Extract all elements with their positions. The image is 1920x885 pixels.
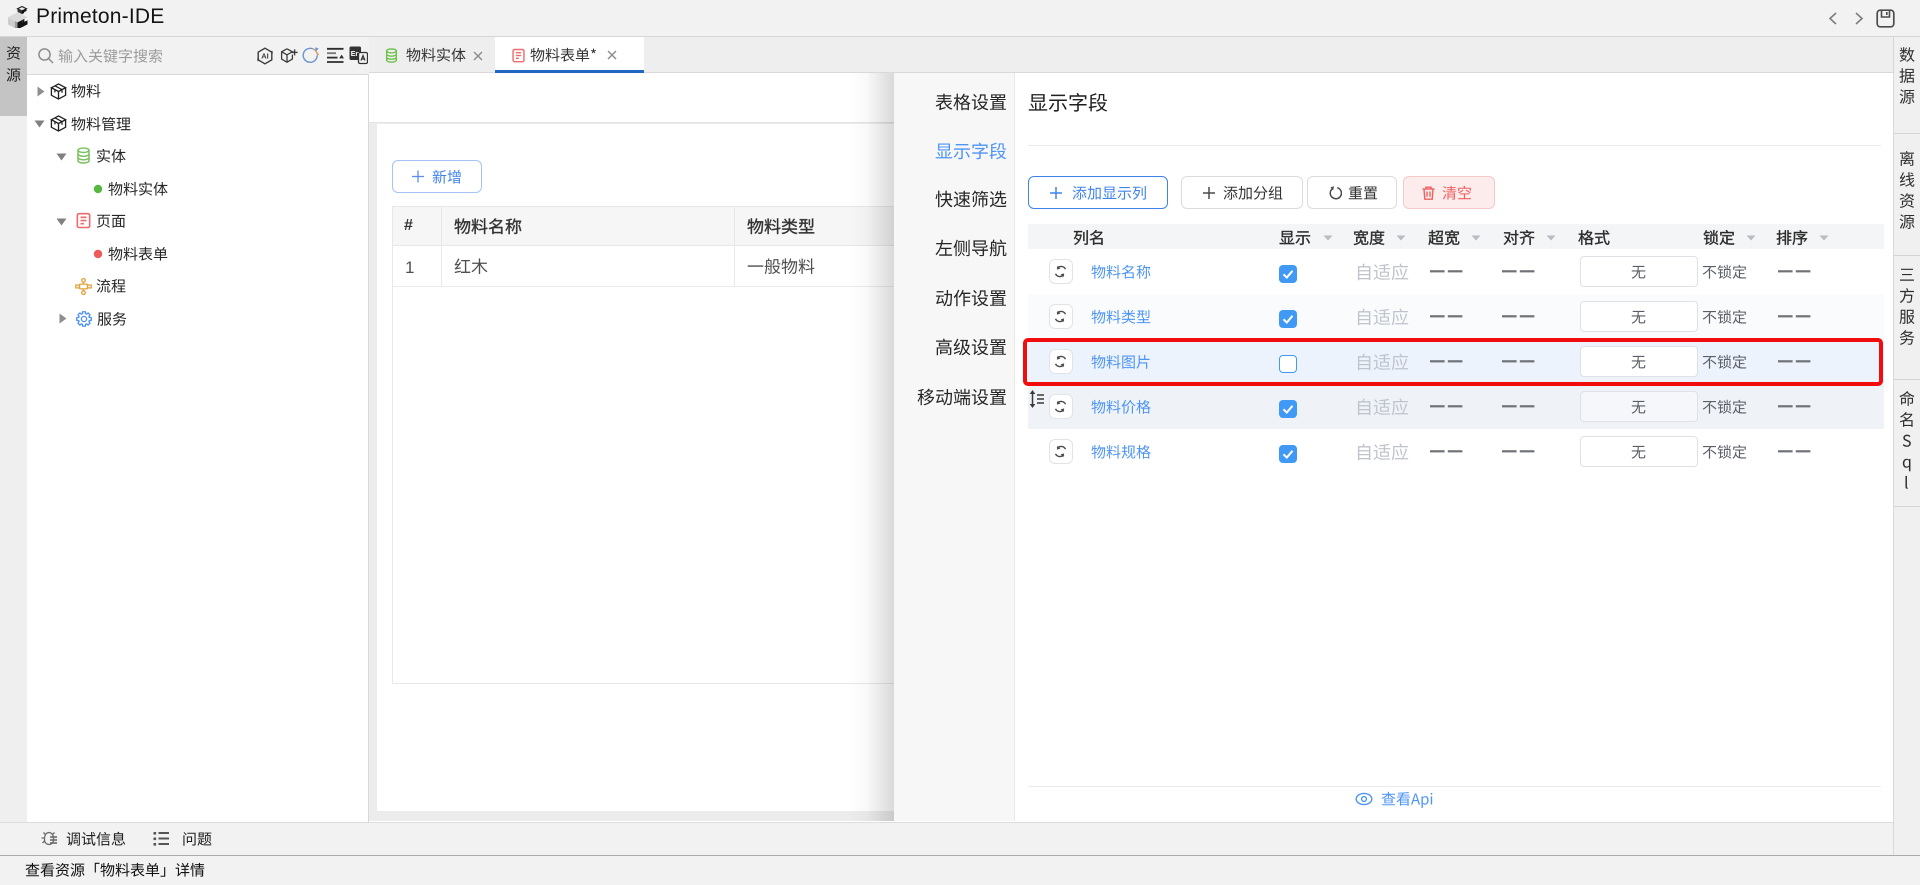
- svg-text:AI: AI: [261, 52, 269, 61]
